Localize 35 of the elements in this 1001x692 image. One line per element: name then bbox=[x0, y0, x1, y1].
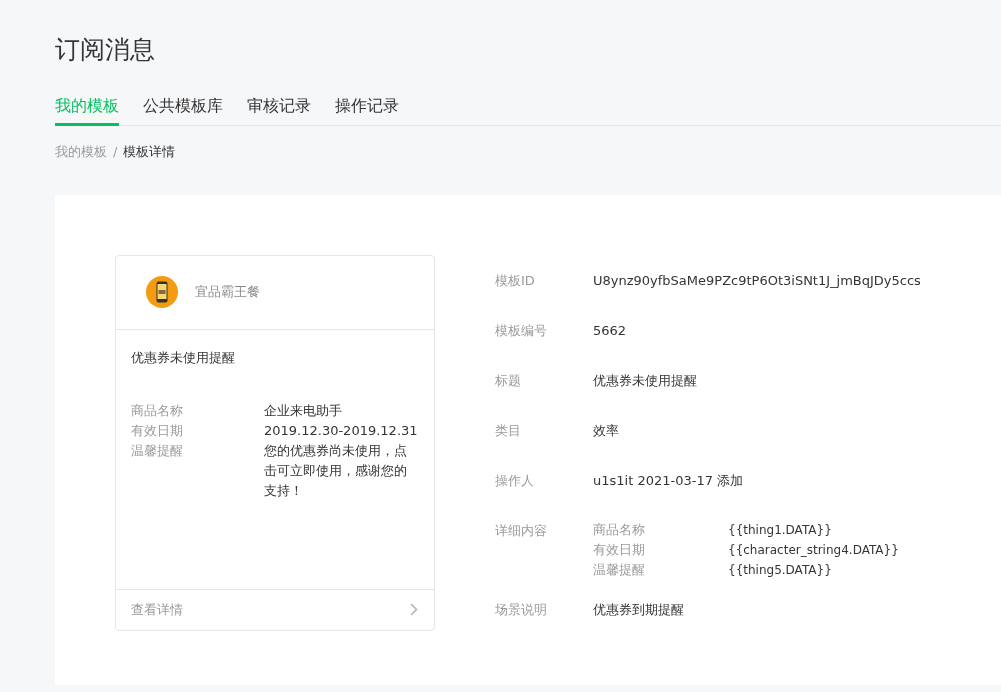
detail-value: u1s1it 2021-03-17 添加 bbox=[593, 471, 744, 490]
field-label: 有效日期 bbox=[593, 540, 646, 559]
detail-value: 优惠券到期提醒 bbox=[593, 600, 684, 619]
field-label: 商品名称 bbox=[593, 520, 646, 539]
detail-label: 场景说明 bbox=[495, 600, 548, 619]
field-value: 企业来电助手 bbox=[264, 402, 343, 420]
account-name: 宜品霸王餐 bbox=[195, 283, 260, 302]
field-value: 2019.12.30-2019.12.31 bbox=[264, 422, 419, 440]
template-variable: {{thing1.DATA}} bbox=[728, 521, 832, 539]
detail-value: 优惠券未使用提醒 bbox=[593, 371, 697, 390]
detail-label: 类目 bbox=[495, 421, 522, 440]
detail-value: 效率 bbox=[593, 421, 619, 440]
detail-label: 模板ID bbox=[495, 271, 536, 290]
tab[interactable]: 审核记录 bbox=[247, 94, 311, 126]
message-title: 优惠券未使用提醒 bbox=[131, 348, 236, 367]
field-value: 您的优惠券尚未使用，点击可立即使用，感谢您的支持！ bbox=[264, 442, 408, 500]
field-label: 有效日期 bbox=[131, 422, 184, 440]
tab[interactable]: 操作记录 bbox=[335, 94, 399, 126]
detail-value: U8ynz90yfbSaMe9PZc9tP6Ot3iSNt1J_jmBqJDy5ccs bbox=[593, 271, 921, 290]
breadcrumb-current: 模板详情 bbox=[123, 143, 176, 161]
detail-label: 标题 bbox=[495, 371, 522, 390]
detail-label: 操作人 bbox=[495, 471, 535, 490]
template-variable: {{character_string4.DATA}} bbox=[728, 541, 899, 559]
detail-label: 模板编号 bbox=[495, 321, 548, 340]
template-variable: {{thing5.DATA}} bbox=[728, 561, 832, 579]
tab[interactable]: 公共模板库 bbox=[143, 94, 223, 126]
detail-value: 5662 bbox=[593, 321, 627, 340]
avatar-icon bbox=[146, 276, 178, 308]
field-label: 温馨提醒 bbox=[593, 560, 646, 579]
field-label: 商品名称 bbox=[131, 402, 184, 420]
chevron-right-icon bbox=[410, 603, 418, 616]
page-title: 订阅消息 bbox=[55, 34, 156, 66]
field-label: 温馨提醒 bbox=[131, 442, 184, 460]
breadcrumb-separator: / bbox=[113, 143, 118, 161]
detail-label: 详细内容 bbox=[495, 521, 548, 540]
